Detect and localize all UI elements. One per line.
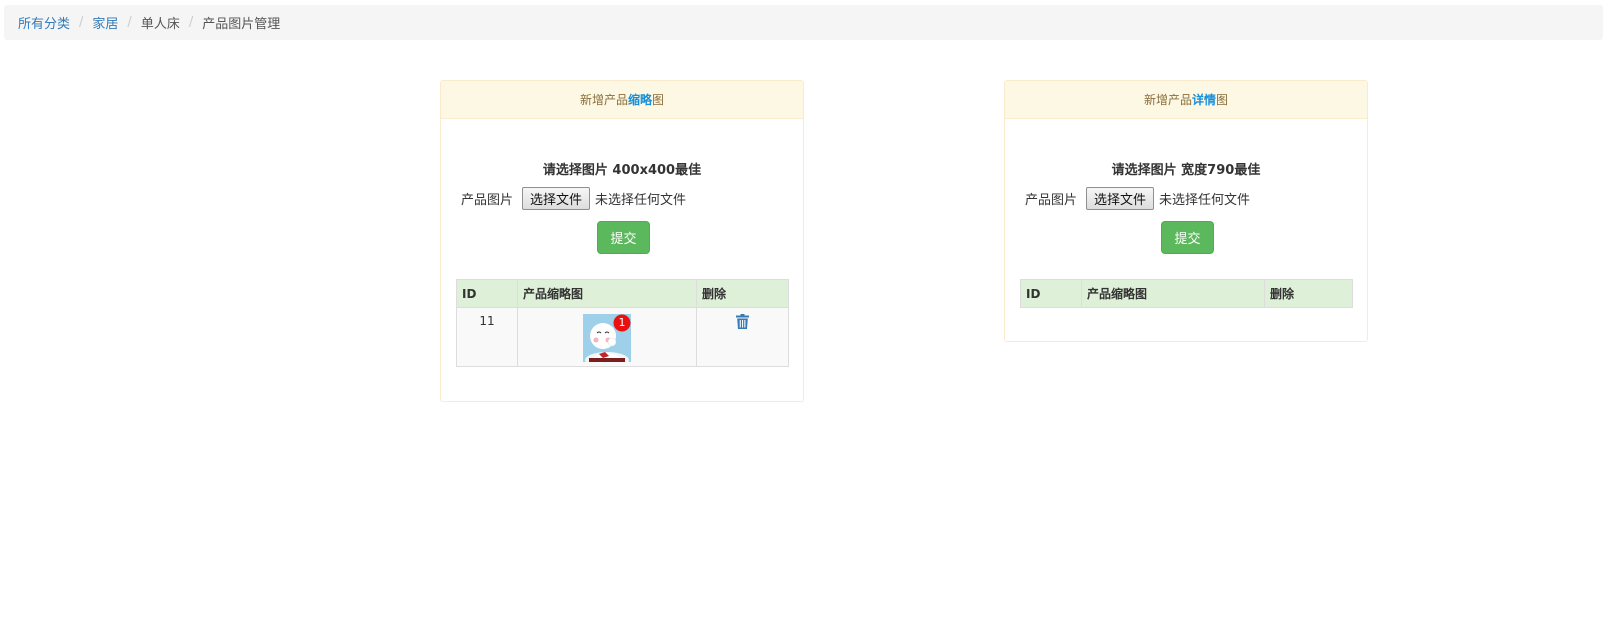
table-header-row: ID 产品缩略图 删除	[1020, 279, 1353, 308]
image-table: ID 产品缩略图 删除 11 1	[456, 279, 789, 367]
file-status: 未选择任何文件	[595, 193, 687, 208]
panel-heading: 新增产品 详情图	[1005, 81, 1367, 119]
delete-button[interactable]	[736, 314, 749, 332]
breadcrumb: 所有分类 / 家居 / 单人床 / 产品图片管理	[4, 5, 1603, 40]
breadcrumb-current-page: 产品图片管理	[202, 17, 281, 32]
panel-title-suffix: 图	[1216, 93, 1229, 107]
column-header-thumbnail: 产品缩略图	[1081, 279, 1265, 308]
panel-title-suffix: 图	[652, 93, 665, 107]
breadcrumb-separator: /	[127, 15, 132, 30]
column-header-delete: 删除	[696, 279, 789, 308]
detail-upload-panel: 新增产品 详情图 请选择图片 宽度790最佳 产品图片 选择文件 未选择任何文件 …	[1004, 80, 1368, 342]
cell-thumbnail: 1	[517, 307, 697, 367]
panel-title-highlight: 详情	[1191, 93, 1216, 107]
submit-button[interactable]: 提交	[597, 221, 650, 254]
file-label: 产品图片	[461, 193, 514, 208]
breadcrumb-separator: /	[188, 15, 194, 30]
table-row: 11 1	[456, 307, 789, 367]
panel-heading: 新增产品 缩略图	[441, 81, 803, 119]
file-input-row: 产品图片 选择文件 未选择任何文件	[461, 187, 686, 210]
panel-title-prefix: 新增产品	[1143, 93, 1192, 107]
breadcrumb-single-bed: 单人床	[140, 17, 180, 32]
image-table: ID 产品缩略图 删除	[1020, 279, 1353, 308]
submit-button[interactable]: 提交	[1161, 221, 1214, 254]
cell-delete	[696, 307, 789, 367]
upload-hint: 请选择图片 400x400最佳	[542, 163, 702, 178]
choose-file-button[interactable]: 选择文件	[522, 187, 591, 210]
column-header-delete: 删除	[1264, 279, 1353, 308]
notification-badge-count: 1	[618, 316, 626, 329]
panel-title-prefix: 新增产品	[579, 93, 628, 107]
cell-id: 11	[456, 307, 518, 367]
choose-file-button[interactable]: 选择文件	[1086, 187, 1155, 210]
file-status: 未选择任何文件	[1159, 193, 1251, 208]
panel-title-highlight: 缩略	[627, 93, 652, 107]
thumbnail-image[interactable]: 1	[583, 314, 631, 362]
trash-icon	[736, 314, 749, 329]
column-header-id: ID	[1020, 279, 1082, 308]
upload-hint: 请选择图片 宽度790最佳	[1111, 163, 1261, 178]
column-header-id: ID	[456, 279, 518, 308]
breadcrumb-separator: /	[79, 15, 84, 30]
thumbnail-upload-panel: 新增产品 缩略图 请选择图片 400x400最佳 产品图片 选择文件 未选择任何文…	[440, 80, 804, 402]
file-label: 产品图片	[1025, 193, 1078, 208]
file-input-row: 产品图片 选择文件 未选择任何文件	[1025, 187, 1250, 210]
breadcrumb-home-furnishing[interactable]: 家居	[92, 13, 118, 32]
breadcrumb-all-categories[interactable]: 所有分类	[18, 13, 70, 32]
column-header-thumbnail: 产品缩略图	[517, 279, 697, 308]
table-header-row: ID 产品缩略图 删除	[456, 279, 789, 308]
